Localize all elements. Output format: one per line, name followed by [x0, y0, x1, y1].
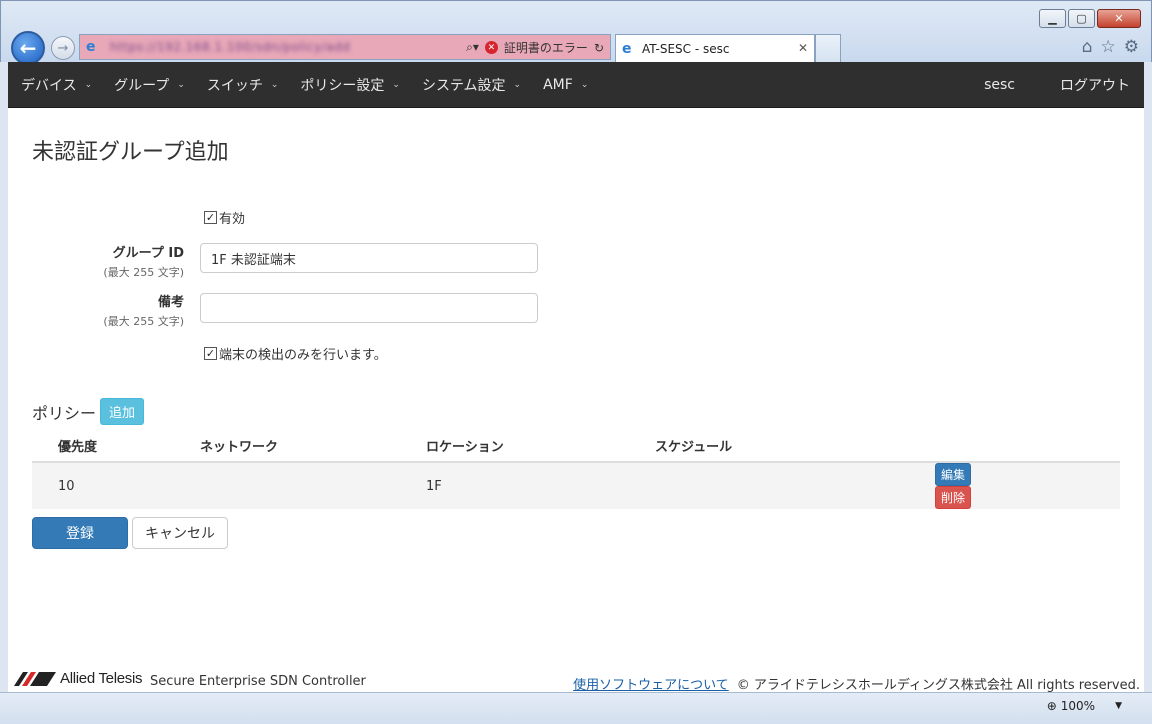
zoom-icon: ⊕	[1046, 699, 1057, 713]
cell-actions: 編集 削除	[869, 462, 1120, 509]
zoom-control[interactable]: ⊕ 100% ▼	[1047, 699, 1122, 713]
chevron-down-icon: ⌄	[580, 80, 589, 90]
group-id-label-block: グループ ID (最大 255 文字)	[6, 242, 184, 280]
current-user[interactable]: sesc	[984, 77, 1015, 93]
cell-location: 1F	[400, 462, 629, 509]
chevron-down-icon: ⌄	[513, 80, 522, 90]
search-icon[interactable]: ⌕▾	[466, 40, 479, 55]
nav-system-settings[interactable]: システム設定 ⌄	[422, 75, 521, 95]
column-header-priority[interactable]: 優先度	[32, 432, 174, 463]
home-icon[interactable]: ⌂	[1082, 37, 1093, 57]
nav-label: AMF	[543, 77, 573, 93]
page-title: 未認証グループ追加	[32, 140, 229, 165]
chevron-down-icon: ⌄	[270, 80, 279, 90]
refresh-icon[interactable]: ↻	[594, 41, 604, 55]
note-hint: (最大 255 文字)	[103, 315, 184, 328]
window-controls: ▁ ▢ ✕	[1039, 9, 1141, 28]
cell-schedule	[629, 462, 869, 509]
add-policy-button[interactable]: 追加	[100, 398, 145, 425]
note-input[interactable]	[200, 293, 538, 323]
nav-devices[interactable]: デバイス ⌄	[21, 75, 92, 95]
allied-telesis-logo: Allied Telesis	[14, 670, 143, 687]
cell-priority: 10	[32, 462, 174, 509]
copyright-text: © アライドテレシスホールディングス株式会社 All rights reserv…	[736, 678, 1140, 693]
back-arrow-icon: ←	[19, 36, 37, 60]
policy-heading: ポリシー	[32, 403, 97, 423]
zoom-level: 100%	[1060, 699, 1096, 713]
policy-header: ポリシー 追加	[32, 398, 145, 425]
nav-label: ポリシー設定	[300, 78, 385, 94]
note-label-block: 備考 (最大 255 文字)	[6, 291, 184, 329]
chevron-down-icon: ⌄	[177, 80, 185, 90]
product-name: Secure Enterprise SDN Controller	[150, 674, 366, 689]
nav-label: デバイス	[21, 78, 77, 94]
nav-policy-settings[interactable]: ポリシー設定 ⌄	[300, 75, 400, 95]
maximize-button[interactable]: ▢	[1068, 9, 1095, 28]
cell-network	[174, 462, 400, 509]
table-row: 10 1F 編集 削除	[32, 462, 1120, 509]
chevron-down-icon: ⌄	[84, 80, 93, 90]
nav-amf[interactable]: AMF ⌄	[543, 77, 588, 93]
favorites-star-icon[interactable]: ☆	[1101, 37, 1116, 57]
enabled-label: 有効	[219, 212, 246, 227]
back-button[interactable]: ←	[11, 31, 45, 65]
browser-tab[interactable]: e AT-SESC - sesc ✕	[615, 34, 815, 63]
brand-name: Allied Telesis	[60, 670, 143, 687]
nav-groups[interactable]: グループ ⌄	[114, 75, 185, 95]
nav-label: システム設定	[421, 78, 506, 94]
minimize-button[interactable]: ▁	[1039, 9, 1066, 28]
enabled-checkbox[interactable]: ✓	[204, 211, 217, 224]
browser-tools: ⌂ ☆ ⚙	[1082, 37, 1139, 57]
policy-table: 優先度 ネットワーク ロケーション スケジュール 10 1F 編集 削除	[32, 432, 1120, 509]
new-tab-button[interactable]	[815, 34, 841, 63]
cert-error-icon[interactable]: ✕	[484, 41, 498, 54]
browser-chrome: ▁ ▢ ✕ ← → e https://192.168.1.100/sdn/po…	[0, 0, 1152, 65]
table-header-row: 優先度 ネットワーク ロケーション スケジュール	[32, 432, 1120, 463]
group-id-input[interactable]	[200, 243, 538, 273]
note-label: 備考	[157, 295, 184, 310]
group-id-hint: (最大 255 文字)	[103, 266, 184, 279]
allied-telesis-logo-mark	[14, 671, 56, 686]
nav-label: スイッチ	[206, 78, 263, 94]
page-footer: Allied Telesis Secure Enterprise SDN Con…	[8, 668, 1144, 693]
chevron-down-icon: ▼	[1115, 701, 1122, 711]
browser-status-bar: ⊕ 100% ▼	[0, 692, 1152, 724]
address-bar[interactable]: e https://192.168.1.100/sdn/policy/add ⌕…	[79, 34, 611, 60]
column-header-location[interactable]: ロケーション	[400, 432, 629, 463]
close-window-button[interactable]: ✕	[1097, 9, 1141, 28]
detect-only-checkbox[interactable]: ✓	[204, 347, 217, 360]
ie-icon: e	[86, 39, 96, 55]
nav-label: グループ	[114, 78, 170, 94]
ie-icon: e	[622, 41, 632, 57]
enabled-checkbox-row[interactable]: ✓ 有効	[204, 208, 245, 227]
column-header-schedule[interactable]: スケジュール	[629, 432, 869, 463]
forward-button[interactable]: →	[51, 36, 75, 60]
logout-link[interactable]: ログアウト	[1060, 75, 1130, 95]
delete-button[interactable]: 削除	[934, 486, 971, 509]
column-header-actions	[869, 432, 1120, 463]
column-header-network[interactable]: ネットワーク	[174, 432, 400, 463]
main-content: 未認証グループ追加 ✓ 有効 グループ ID (最大 255 文字) 備考 (最…	[8, 108, 1144, 670]
nav-switches[interactable]: スイッチ ⌄	[207, 75, 279, 95]
address-url[interactable]: https://192.168.1.100/sdn/policy/add	[110, 40, 350, 54]
detect-only-checkbox-row[interactable]: ✓ 端末の検出のみを行います。	[204, 344, 387, 363]
submit-button[interactable]: 登録	[32, 517, 128, 549]
gear-icon[interactable]: ⚙	[1124, 37, 1139, 57]
top-navbar: デバイス ⌄ グループ ⌄ スイッチ ⌄ ポリシー設定 ⌄ システム設定 ⌄ AMF ⌄ s…	[8, 62, 1144, 108]
cert-error-label[interactable]: 証明書のエラー	[504, 39, 588, 56]
forward-arrow-icon: →	[57, 40, 69, 56]
detect-only-label: 端末の検出のみを行います。	[219, 348, 387, 363]
cancel-button[interactable]: キャンセル	[132, 517, 228, 549]
tab-close-icon[interactable]: ✕	[798, 41, 808, 55]
software-info-link[interactable]: 使用ソフトウェアについて	[573, 674, 729, 693]
group-id-label: グループ ID	[112, 246, 184, 261]
chevron-down-icon: ⌄	[392, 80, 400, 90]
edit-button[interactable]: 編集	[934, 463, 971, 486]
tab-title: AT-SESC - sesc	[642, 42, 730, 56]
